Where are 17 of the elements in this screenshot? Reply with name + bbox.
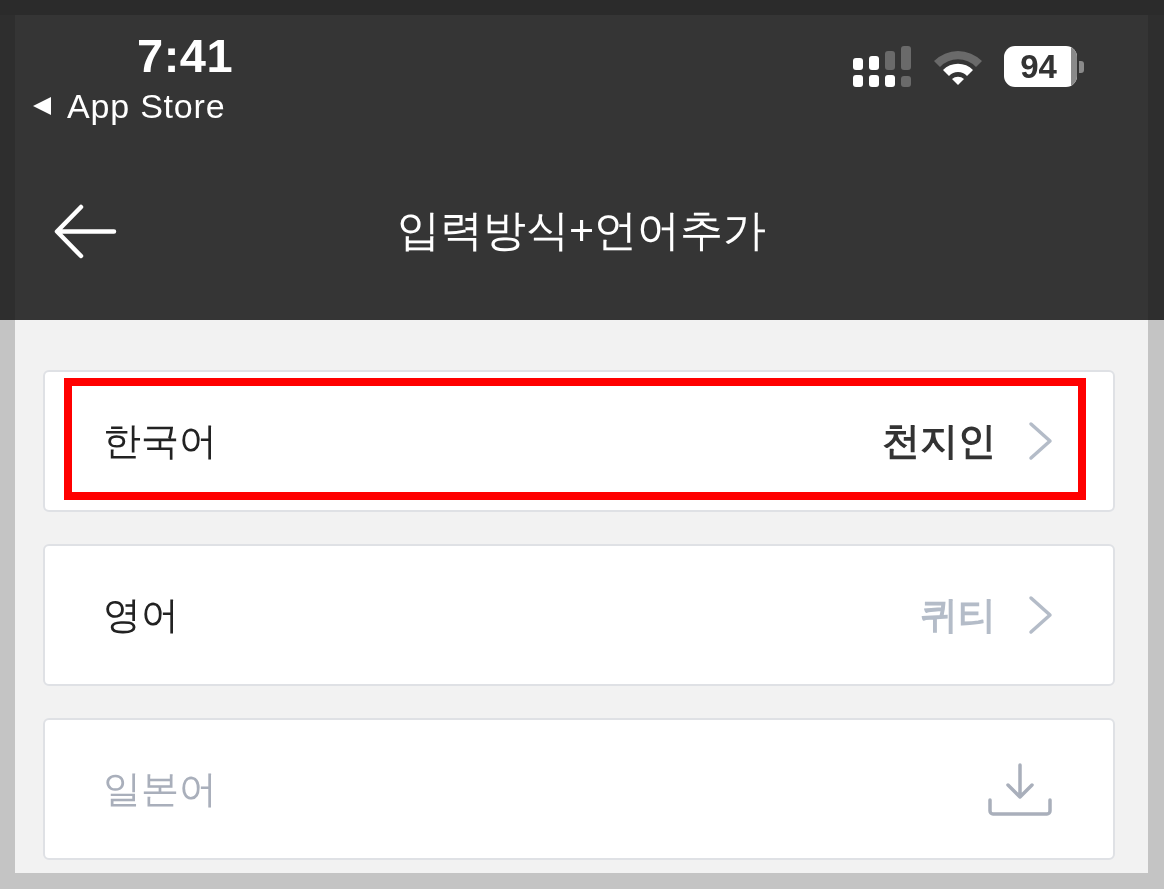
battery-percent: 94 <box>1020 48 1058 85</box>
language-name: 한국어 <box>103 419 217 464</box>
back-arrow-icon[interactable] <box>53 203 117 259</box>
language-row[interactable]: 영어 퀴티 <box>43 544 1115 686</box>
language-name: 영어 <box>103 593 179 638</box>
battery-cap-icon <box>1079 60 1084 73</box>
language-name: 일본어 <box>103 767 217 812</box>
input-method-value: 퀴티 <box>920 593 996 638</box>
page-title: 입력방식+언어추가 <box>396 204 767 256</box>
status-time: 7:41 <box>137 29 234 82</box>
chevron-right-icon <box>1028 595 1053 635</box>
language-row[interactable]: 한국어 천지인 <box>43 370 1115 512</box>
signal-icon <box>853 45 912 88</box>
back-triangle-icon <box>33 97 51 115</box>
back-to-app-link[interactable]: App Store <box>33 87 226 125</box>
input-method-value: 천지인 <box>882 419 996 464</box>
chevron-right-icon <box>1028 421 1053 461</box>
